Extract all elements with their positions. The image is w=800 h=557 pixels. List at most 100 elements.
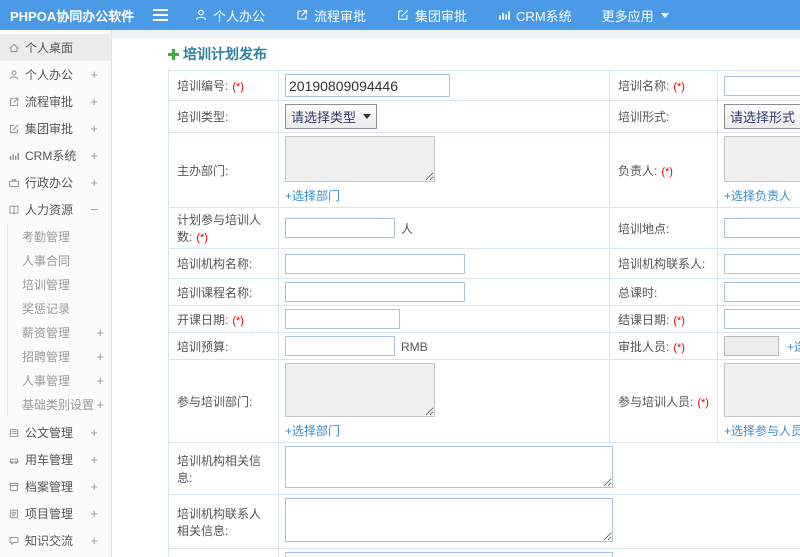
sidebar-item-personal-desktop[interactable]: 个人桌面 <box>0 34 111 61</box>
training-org-contact-input[interactable] <box>724 253 800 274</box>
nav-more-apps[interactable]: 更多应用 <box>602 6 669 25</box>
sidebar-subitem-attendance[interactable]: 考勤管理 <box>8 224 111 248</box>
training-course-name-input[interactable] <box>285 282 465 302</box>
flow-icon <box>297 10 308 20</box>
host-department-textarea[interactable] <box>285 136 435 182</box>
select-department-link[interactable]: +选择部门 <box>285 422 603 439</box>
sidebar-item-crm-system[interactable]: CRM系统 + <box>0 142 111 169</box>
expand-plus-icon[interactable]: + <box>90 479 98 494</box>
content-top-strip <box>112 30 800 38</box>
participating-people-textarea[interactable] <box>724 363 800 417</box>
required-mark: (*) <box>232 314 244 327</box>
training-budget-input[interactable] <box>285 336 395 356</box>
hamburger-menu-icon[interactable] <box>150 8 170 22</box>
field-label: 培训地点: <box>618 221 670 236</box>
expand-plus-icon[interactable]: + <box>96 373 104 388</box>
sidebar-item-workflow-approval[interactable]: 流程审批 + <box>0 88 111 115</box>
expand-plus-icon[interactable]: + <box>90 148 98 163</box>
nav-personal-office[interactable]: 个人办公 <box>194 6 265 25</box>
sidebar-item-label: 知识交流 <box>25 534 74 548</box>
participating-departments-textarea[interactable] <box>285 363 435 417</box>
select-participants-link[interactable]: +选择参与人员 <box>724 422 800 439</box>
sidebar-subitem-hr-contract[interactable]: 人事合同 <box>8 248 111 272</box>
nav-group-approval[interactable]: 集团审批 <box>396 6 467 25</box>
form-row-budget-approver: 培训预算: RMB 审批人员:(*) +选择审批人员 <box>168 332 800 360</box>
sidebar-item-label: 基础类别设置 <box>22 397 95 412</box>
field-label: 参与培训人员: <box>618 394 694 409</box>
form-row-org-contact-info: 培训机构联系人相关信息: <box>168 494 800 549</box>
field-label: 培训编号: <box>177 79 229 93</box>
sidebar-item-vehicle-management[interactable]: 用车管理 + <box>0 446 111 473</box>
field-label: 负责人: <box>618 163 658 178</box>
expand-plus-icon[interactable]: + <box>90 425 98 440</box>
form-row-course-hours: 培训课程名称: 总课时: <box>168 278 800 306</box>
field-label: 主办部门: <box>177 163 229 178</box>
caret-down-icon <box>660 12 669 18</box>
field-label: 培训课程名称: <box>177 285 253 300</box>
field-label: 培训机构联系人相关信息: <box>177 506 262 538</box>
sidebar-item-label: 档案管理 <box>25 480 74 494</box>
select-leader-link[interactable]: +选择负责人 <box>724 187 800 204</box>
expand-plus-icon[interactable]: + <box>90 452 98 467</box>
start-date-input[interactable] <box>285 309 400 329</box>
sidebar-item-personal-office[interactable]: 个人办公 + <box>0 61 111 88</box>
expand-plus-icon[interactable]: + <box>96 397 104 412</box>
expand-plus-icon[interactable]: + <box>90 506 98 521</box>
sidebar-item-group-approval[interactable]: 集团审批 + <box>0 115 111 142</box>
sidebar-item-label: 集团审批 <box>25 122 74 136</box>
collapse-minus-icon[interactable]: − <box>90 202 98 217</box>
sidebar-item-official-documents[interactable]: 公文管理 + <box>0 419 111 446</box>
sidebar-subitem-rewards[interactable]: 奖惩记录 <box>8 296 111 320</box>
chart-icon <box>499 11 510 20</box>
flow-icon <box>10 97 19 106</box>
sidebar-item-administrative-office[interactable]: 行政办公 + <box>0 169 111 196</box>
required-mark: (*) <box>661 165 673 178</box>
total-hours-input[interactable] <box>724 282 800 302</box>
nav-crm-system[interactable]: CRM系统 <box>497 6 572 25</box>
training-form-select[interactable]: 请选择形式 <box>724 104 800 129</box>
sidebar-item-human-resources[interactable]: 人力资源 − <box>0 196 111 223</box>
training-location-input[interactable] <box>724 218 800 238</box>
expand-plus-icon[interactable]: + <box>96 325 104 340</box>
training-name-input[interactable] <box>724 75 800 96</box>
approver-input[interactable] <box>724 336 779 356</box>
field-label: 总课时: <box>618 285 658 300</box>
training-type-select[interactable]: 请选择类型 <box>285 104 378 129</box>
field-label: 培训机构名称: <box>177 257 253 271</box>
sidebar-subitem-salary[interactable]: 薪资管理 + <box>8 320 111 344</box>
end-date-input[interactable] <box>724 309 800 329</box>
sidebar-item-project-management[interactable]: 项目管理 + <box>0 500 111 527</box>
sidebar-subitem-personnel[interactable]: 人事管理 + <box>8 368 111 392</box>
sidebar: 个人桌面 个人办公 + 流程审批 + 集团审批 + CRM系统 + 行政办公 + <box>0 30 112 557</box>
training-org-name-input[interactable] <box>285 253 465 274</box>
sidebar-subitem-base-category[interactable]: 基础类别设置 + <box>8 392 111 416</box>
required-mark: (*) <box>697 396 709 409</box>
sidebar-subitem-recruitment[interactable]: 招聘管理 + <box>8 344 111 368</box>
car-icon <box>9 458 19 464</box>
form-row-type-form: 培训类型: 请选择类型 培训形式: 请选择形式 <box>168 100 800 133</box>
clipboard-icon <box>10 509 18 518</box>
sidebar-subitem-training[interactable]: 培训管理 <box>8 272 111 296</box>
leader-textarea[interactable] <box>724 136 800 182</box>
expand-plus-icon[interactable]: + <box>90 121 98 136</box>
required-mark: (*) <box>673 314 685 327</box>
nav-workflow-approval[interactable]: 流程审批 <box>295 6 366 25</box>
sidebar-item-label: 流程审批 <box>25 95 74 109</box>
training-number-input[interactable] <box>285 74 450 97</box>
training-requirements-textarea[interactable] <box>285 552 613 557</box>
edit-icon <box>9 124 19 133</box>
org-contact-info-textarea[interactable] <box>285 498 613 542</box>
expand-plus-icon[interactable]: + <box>90 175 98 190</box>
org-related-info-textarea[interactable] <box>285 446 613 488</box>
sidebar-item-archive-management[interactable]: 档案管理 + <box>0 473 111 500</box>
expand-plus-icon[interactable]: + <box>90 94 98 109</box>
expand-plus-icon[interactable]: + <box>90 533 98 548</box>
form-row-department-leader: 主办部门: +选择部门 负责人: (*) +选择负责人 <box>168 132 800 208</box>
planned-participants-input[interactable] <box>285 218 395 238</box>
expand-plus-icon[interactable]: + <box>96 349 104 364</box>
sidebar-item-knowledge-exchange[interactable]: 知识交流 + <box>0 527 111 554</box>
select-approver-link[interactable]: +选择审批人员 <box>787 340 800 354</box>
field-label: 培训名称: <box>618 79 670 93</box>
select-department-link[interactable]: +选择部门 <box>285 187 603 204</box>
expand-plus-icon[interactable]: + <box>90 67 98 82</box>
